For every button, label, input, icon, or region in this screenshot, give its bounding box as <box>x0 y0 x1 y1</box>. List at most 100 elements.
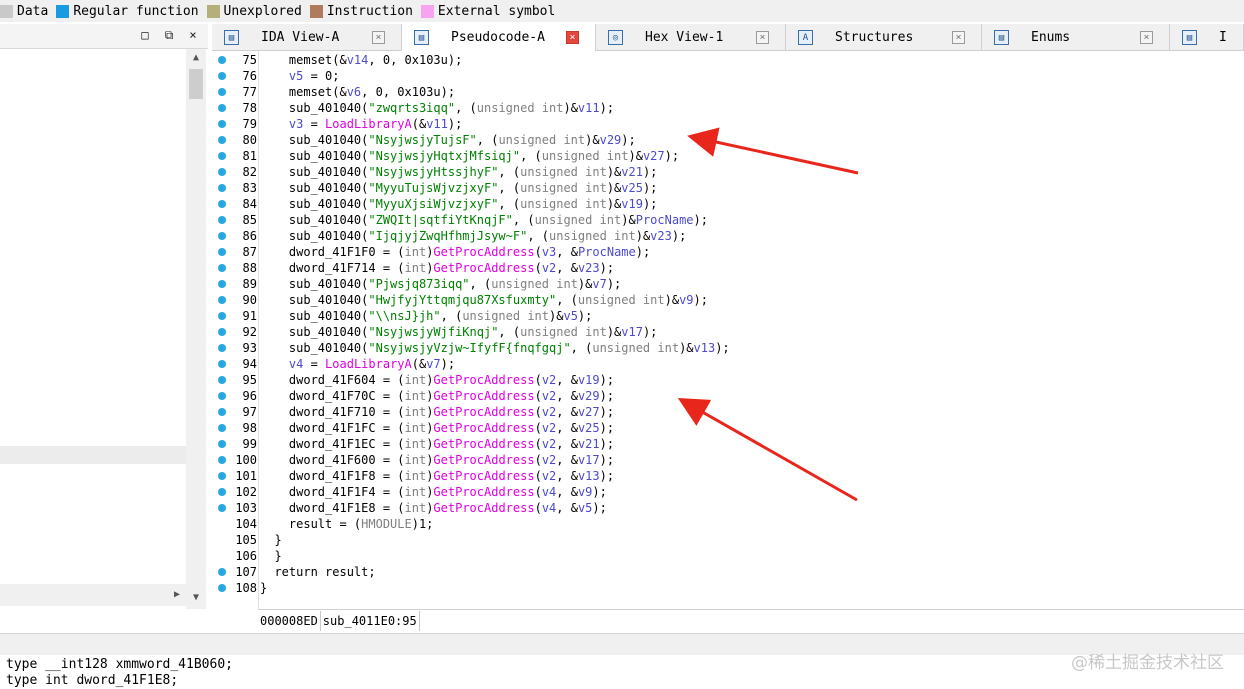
code-line[interactable]: dword_41F710 = (int)GetProcAddress(v2, &… <box>260 404 614 420</box>
legend-label: Data <box>17 3 49 19</box>
code-line[interactable]: memset(&v14, 0, 0x103u); <box>260 52 462 68</box>
line-number: 106 <box>235 549 257 563</box>
code-line[interactable]: v3 = LoadLibraryA(&v11); <box>260 116 462 132</box>
code-line[interactable]: v4 = LoadLibraryA(&v7); <box>260 356 455 372</box>
hex-view-icon: ◎ <box>608 29 623 45</box>
line-number: 102 <box>235 485 257 499</box>
legend-item: Unexplored <box>206 4 302 19</box>
legend-bar: Data Regular function Unexplored Instructio… <box>0 0 1244 22</box>
scroll-up-icon[interactable]: ▲ <box>186 49 206 67</box>
code-line[interactable]: result = (HMODULE)1; <box>260 516 434 532</box>
legend-item: Instruction <box>309 3 413 19</box>
code-line[interactable]: sub_401040("Pjwsjq873iqq", (unsigned int… <box>260 276 621 292</box>
line-number: 108 <box>235 581 257 595</box>
horizontal-scrollbar[interactable]: ▶ <box>0 584 186 606</box>
code-line[interactable]: sub_401040("ZWQIt|sqtfiYtKnqjF", (unsign… <box>260 212 708 228</box>
line-number: 85 <box>242 213 257 227</box>
line-number: 104 <box>235 517 257 531</box>
tab-label: Pseudocode-A <box>451 30 545 45</box>
code-line[interactable]: sub_401040("zwqrts3iqq", (unsigned int)&… <box>260 100 614 116</box>
code-line[interactable]: sub_401040("\\nsJ}jh", (unsigned int)&v5… <box>260 308 592 324</box>
code-status-bar: 000008ED sub_4011E0:95 <box>258 609 1244 632</box>
line-number: 84 <box>242 197 257 211</box>
code-line[interactable]: } <box>260 532 281 548</box>
code-line[interactable]: sub_401040("NsyjwsjyWjfiKnqj", (unsigned… <box>260 324 658 340</box>
pseudocode-view[interactable]: 75 76 77 78 79 80 81 82 83 84 85 86 87 88 89 90 91 92 93 94… <box>212 51 1244 609</box>
code-line[interactable]: dword_41F1F0 = (int)GetProcAddress(v3, &… <box>260 244 650 260</box>
code-line[interactable]: dword_41F1F8 = (int)GetProcAddress(v2, &… <box>260 468 614 484</box>
selected-row[interactable] <box>0 446 186 464</box>
code-line[interactable]: } <box>260 580 267 596</box>
line-number: 89 <box>242 277 257 291</box>
tab-close-icon[interactable]: × <box>372 31 385 44</box>
tab-close-icon[interactable]: × <box>566 31 579 44</box>
gutter-separator <box>258 51 259 609</box>
code-line[interactable]: sub_401040("NsyjwsjyHqtxjMfsiqj", (unsig… <box>260 148 679 164</box>
tab-close-icon[interactable]: × <box>756 31 769 44</box>
line-number: 98 <box>242 421 257 435</box>
code-line[interactable]: dword_41F714 = (int)GetProcAddress(v2, &… <box>260 260 614 276</box>
legend-swatch <box>206 4 220 18</box>
code-line[interactable]: memset(&v6, 0, 0x103u); <box>260 84 455 100</box>
code-line[interactable]: sub_401040("MyyuTujsWjvzjxyF", (unsigned… <box>260 180 658 196</box>
line-number: 99 <box>242 437 257 451</box>
code-line[interactable]: dword_41F1EC = (int)GetProcAddress(v2, &… <box>260 436 614 452</box>
code-line[interactable]: sub_401040("IjqjyjZwqHfhmjJsyw~F", (unsi… <box>260 228 686 244</box>
line-number: 75 <box>242 53 257 67</box>
scroll-thumb[interactable] <box>189 69 203 99</box>
line-number: 91 <box>242 309 257 323</box>
left-pane-header: □ ⧉ × <box>0 24 208 49</box>
legend-label: Instruction <box>326 3 413 19</box>
code-line[interactable]: } <box>260 548 281 564</box>
output-window: type __int128 xmmword_41B060; type int d… <box>0 655 1244 689</box>
code-line[interactable]: sub_401040("NsyjwsjyTujsF", (unsigned in… <box>260 132 636 148</box>
line-number: 80 <box>242 133 257 147</box>
status-address: 000008ED <box>258 611 321 631</box>
tab-close-icon[interactable]: × <box>1140 31 1153 44</box>
structures-icon: A <box>798 29 813 45</box>
tab-label: IDA View-A <box>261 29 340 45</box>
tab-label: Enums <box>1031 29 1071 45</box>
tab-structures[interactable]: A Structures × <box>786 24 982 50</box>
code-line[interactable]: dword_41F1F4 = (int)GetProcAddress(v4, &… <box>260 484 607 500</box>
tab-enums[interactable]: ▤ Enums × <box>982 24 1170 50</box>
scroll-down-icon[interactable]: ▼ <box>186 589 206 607</box>
code-line[interactable]: dword_41F1E8 = (int)GetProcAddress(v4, &… <box>260 500 607 516</box>
imports-icon: ▤ <box>1182 29 1197 45</box>
line-number: 88 <box>242 261 257 275</box>
restore-icon[interactable]: □ <box>138 28 152 42</box>
tab-ida-view-a[interactable]: ▤ IDA View-A × <box>212 24 402 50</box>
close-icon[interactable]: × <box>186 28 200 42</box>
line-number: 96 <box>242 389 257 403</box>
tab-close-icon[interactable]: × <box>952 31 965 44</box>
tab-i[interactable]: ▤ I <box>1170 24 1244 50</box>
tab-pseudocode-a[interactable]: ▤ Pseudocode-A × <box>402 24 596 51</box>
ida-view-icon: ▤ <box>224 29 239 45</box>
line-number: 77 <box>242 85 257 99</box>
line-number: 76 <box>242 69 257 83</box>
code-line[interactable]: v5 = 0; <box>260 68 340 84</box>
float-icon[interactable]: ⧉ <box>162 28 176 42</box>
tab-hex-view-1[interactable]: ◎ Hex View-1 × <box>596 24 786 50</box>
code-line[interactable]: dword_41F1FC = (int)GetProcAddress(v2, &… <box>260 420 614 436</box>
code-line[interactable]: dword_41F600 = (int)GetProcAddress(v2, &… <box>260 452 614 468</box>
code-line[interactable]: return result; <box>260 564 375 580</box>
code-line[interactable]: sub_401040("MyyuXjsiWjvzjxyF", (unsigned… <box>260 196 658 212</box>
line-number: 94 <box>242 357 257 371</box>
code-line[interactable]: sub_401040("HwjfyjYttqmjqu87Xsfuxmty", (… <box>260 292 708 308</box>
legend-item: Regular function <box>56 4 199 19</box>
left-pane-list[interactable] <box>0 49 186 604</box>
line-number: 103 <box>235 501 257 515</box>
code-line[interactable]: dword_41F604 = (int)GetProcAddress(v2, &… <box>260 372 614 388</box>
code-line[interactable]: sub_401040("NsyjwsjyHtssjhyF", (unsigned… <box>260 164 658 180</box>
status-location: sub_4011E0:95 <box>321 611 420 631</box>
vertical-scrollbar[interactable]: ▲ ▼ <box>186 49 206 609</box>
pane-splitter[interactable] <box>0 633 1244 656</box>
code-line[interactable]: sub_401040("NsyjwsjyVzjw~IfyfF{fnqfgqj",… <box>260 340 730 356</box>
line-number: 87 <box>242 245 257 259</box>
line-gutter: 75 76 77 78 79 80 81 82 83 84 85 86 87 88 89 90 91 92 93 94… <box>212 51 258 609</box>
legend-item: External symbol <box>420 4 555 19</box>
scroll-right-icon[interactable]: ▶ <box>170 586 184 604</box>
enums-icon: ▤ <box>994 29 1009 45</box>
code-line[interactable]: dword_41F70C = (int)GetProcAddress(v2, &… <box>260 388 614 404</box>
